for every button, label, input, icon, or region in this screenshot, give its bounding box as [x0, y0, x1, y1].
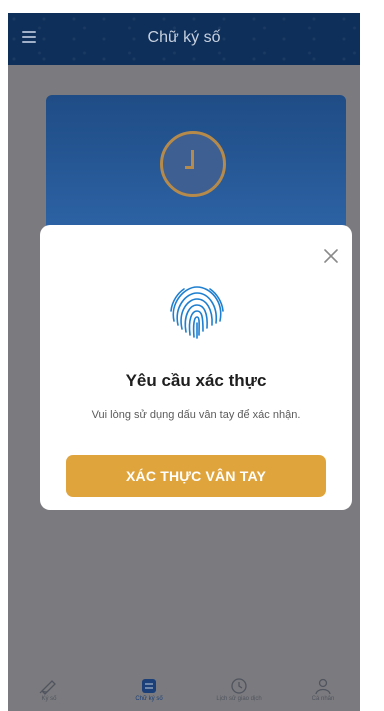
digital-signature-icon: [142, 679, 156, 693]
bottom-tab-bar: Ký số Chữ ký số Lịch sử giao dịch Cá nhâ…: [8, 665, 360, 711]
tab-label: Ký số: [41, 696, 57, 702]
page-title: Chữ ký số: [147, 29, 221, 46]
tab-ky-so[interactable]: Ký số: [14, 677, 84, 702]
fingerprint-auth-modal: Yêu cầu xác thực Vui lòng sử dụng dấu vâ…: [40, 225, 352, 510]
tab-ca-nhan[interactable]: Cá nhân: [288, 677, 358, 702]
clock-icon: [160, 131, 226, 197]
app-screen: Chữ ký số Ký số Chữ ký số Lịch sử giao d…: [8, 13, 360, 711]
tab-label: Lịch sử giao dịch: [216, 696, 262, 702]
verify-fingerprint-button[interactable]: XÁC THỰC VÂN TAY: [66, 455, 326, 497]
tab-label: Chữ ký số: [135, 696, 163, 702]
fingerprint-icon: [170, 286, 224, 339]
app-header: Chữ ký số: [8, 13, 360, 65]
pen-signature-icon: [39, 680, 56, 695]
close-icon[interactable]: [322, 247, 340, 265]
modal-message: Vui lòng sử dụng dấu vân tay để xác nhận…: [91, 409, 301, 421]
history-clock-icon: [231, 678, 247, 694]
modal-title: Yêu cầu xác thực: [125, 371, 267, 390]
tab-label: Cá nhân: [311, 696, 335, 702]
signature-card: [46, 95, 346, 245]
tab-lich-su-giao-dich[interactable]: Lịch sử giao dịch: [204, 677, 274, 702]
tab-chu-ky-so[interactable]: Chữ ký số: [114, 677, 184, 702]
user-icon: [315, 678, 331, 695]
